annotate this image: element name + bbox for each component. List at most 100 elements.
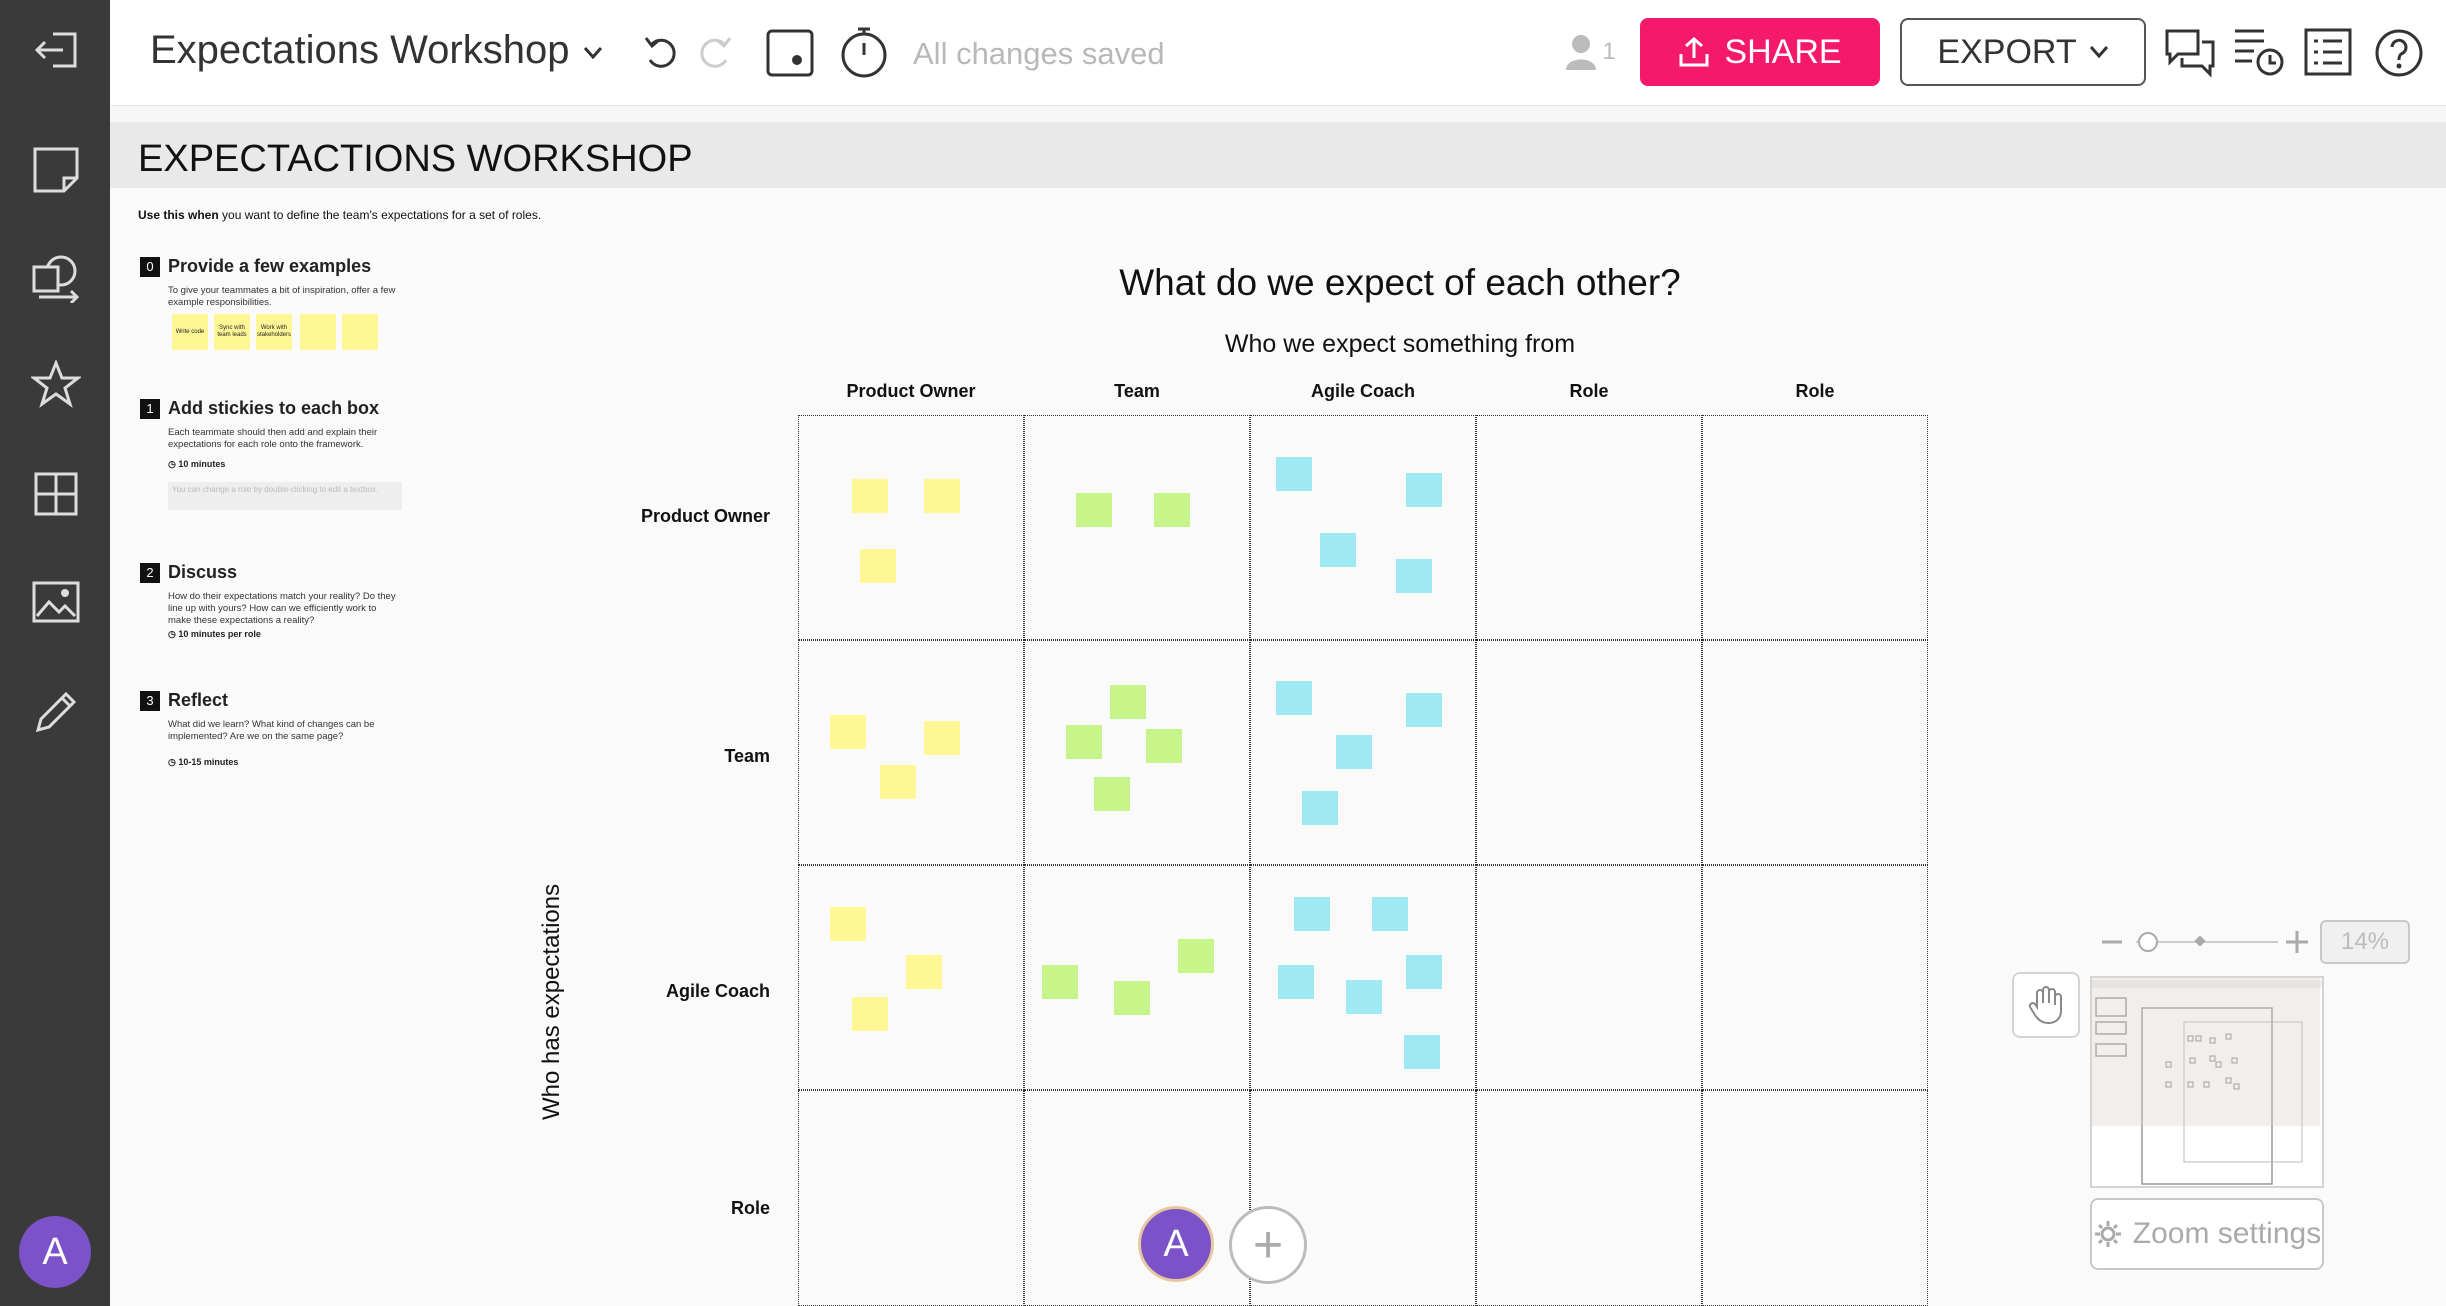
matrix-cell[interactable]	[1476, 865, 1702, 1090]
matrix-cell[interactable]	[1702, 865, 1928, 1090]
sticky-note[interactable]	[1404, 1035, 1440, 1069]
sticky-note[interactable]	[880, 765, 916, 799]
sticky-note[interactable]	[830, 907, 866, 941]
sticky-note[interactable]	[1406, 955, 1442, 989]
step-time: ◷ 10 minutes	[168, 459, 226, 469]
sticky-note[interactable]	[1406, 473, 1442, 507]
sticky-note[interactable]	[1178, 939, 1214, 973]
sticky-note[interactable]	[1372, 897, 1408, 931]
matrix-cell[interactable]	[1702, 640, 1928, 865]
sticky-note[interactable]	[852, 479, 888, 513]
exit-icon[interactable]	[28, 22, 84, 78]
board-name[interactable]: Expectations Workshop	[150, 28, 569, 73]
sticky-note[interactable]	[1154, 493, 1190, 527]
row-header[interactable]: Team	[560, 746, 770, 767]
comments-icon[interactable]	[2162, 26, 2218, 80]
example-sticky[interactable]	[342, 314, 378, 350]
shapes-icon[interactable]	[28, 250, 84, 306]
sticky-note[interactable]	[1278, 965, 1314, 999]
sticky-note[interactable]	[1146, 729, 1182, 763]
matrix-cell[interactable]	[798, 415, 1024, 640]
matrix-cell[interactable]	[1702, 415, 1928, 640]
zoom-percentage[interactable]: 14%	[2320, 920, 2410, 964]
share-button[interactable]: SHARE	[1640, 18, 1880, 86]
sticky-note[interactable]	[1076, 493, 1112, 527]
activity-icon[interactable]	[2230, 24, 2286, 80]
frame-icon[interactable]	[765, 28, 815, 78]
collaborator-avatar[interactable]: A	[1138, 1206, 1214, 1282]
sticky-note[interactable]	[1320, 533, 1356, 567]
sticky-note[interactable]	[1114, 981, 1150, 1015]
zoom-settings-button[interactable]: Zoom settings	[2090, 1198, 2324, 1270]
sticky-note[interactable]	[1406, 693, 1442, 727]
matrix-cell[interactable]	[1702, 1090, 1928, 1306]
templates-icon[interactable]	[28, 466, 84, 522]
example-sticky[interactable]	[300, 314, 336, 350]
matrix-cell[interactable]	[1476, 1090, 1702, 1306]
image-icon[interactable]	[28, 574, 84, 630]
hand-icon[interactable]	[2012, 972, 2080, 1038]
sticky-note[interactable]	[1336, 735, 1372, 769]
example-sticky[interactable]: Write code	[172, 314, 208, 350]
minimap[interactable]	[2090, 976, 2324, 1188]
sticky-note[interactable]	[1302, 791, 1338, 825]
matrix-cell[interactable]	[1024, 1090, 1250, 1306]
sticky-note-icon[interactable]	[28, 142, 84, 198]
row-header[interactable]: Product Owner	[560, 506, 770, 527]
save-status: All changes saved	[913, 36, 1165, 71]
collaborators-indicator[interactable]: 1	[1562, 30, 1618, 74]
timer-icon[interactable]	[836, 24, 892, 80]
help-icon[interactable]	[2372, 26, 2426, 80]
example-sticky[interactable]: Sync with team leads	[214, 314, 250, 350]
sticky-note[interactable]	[1396, 559, 1432, 593]
avatar[interactable]: A	[19, 1216, 91, 1288]
step-time: ◷ 10-15 minutes	[168, 757, 239, 767]
matrix-cell[interactable]	[798, 1090, 1024, 1306]
sticky-note[interactable]	[1346, 980, 1382, 1014]
sticky-note[interactable]	[1276, 681, 1312, 715]
matrix-cell[interactable]	[1024, 415, 1250, 640]
zoom-slider[interactable]	[2100, 930, 2310, 954]
column-header[interactable]: Role	[1476, 381, 1702, 402]
column-header[interactable]: Team	[1024, 381, 1250, 402]
outline-icon[interactable]	[2302, 26, 2354, 78]
matrix-cell[interactable]	[1024, 640, 1250, 865]
undo-icon[interactable]	[640, 32, 680, 72]
row-header[interactable]: Role	[560, 1198, 770, 1219]
matrix-cell[interactable]	[798, 640, 1024, 865]
hint-textbox[interactable]: You can change a role by double-clicking…	[168, 482, 402, 510]
example-sticky[interactable]: Work with stakeholders	[256, 314, 292, 350]
sticky-note[interactable]	[924, 721, 960, 755]
sticky-note[interactable]	[924, 479, 960, 513]
export-button[interactable]: EXPORT	[1900, 18, 2146, 86]
redo-icon[interactable]	[696, 32, 736, 72]
board-name-text: Expectations Workshop	[150, 28, 570, 72]
column-header[interactable]: Agile Coach	[1250, 381, 1476, 402]
pen-icon[interactable]	[28, 684, 84, 740]
step-1: 1 Add stickies to each box Each teammate …	[140, 398, 400, 470]
step-time-text: 10-15 minutes	[178, 757, 239, 767]
add-collaborator-button[interactable]: +	[1229, 1206, 1307, 1284]
sticky-note[interactable]	[830, 715, 866, 749]
sticky-note[interactable]	[1066, 725, 1102, 759]
matrix-cell[interactable]	[1476, 640, 1702, 865]
sticky-note[interactable]	[1294, 897, 1330, 931]
sticky-note[interactable]	[906, 955, 942, 989]
sticky-note[interactable]	[1110, 685, 1146, 719]
sticky-note[interactable]	[852, 997, 888, 1031]
chevron-down-icon[interactable]	[578, 38, 608, 68]
column-header[interactable]: Product Owner	[798, 381, 1024, 402]
sticky-note[interactable]	[1042, 965, 1078, 999]
column-header[interactable]: Role	[1702, 381, 1928, 402]
intro-rest: you want to define the team's expectatio…	[218, 208, 542, 222]
step-time-text: 10 minutes per role	[178, 629, 261, 639]
sticky-note[interactable]	[1094, 777, 1130, 811]
matrix-cell[interactable]	[1476, 415, 1702, 640]
row-header[interactable]: Agile Coach	[560, 981, 770, 1002]
sticky-note[interactable]	[860, 549, 896, 583]
star-icon[interactable]	[28, 356, 84, 412]
sticky-note[interactable]	[1276, 457, 1312, 491]
zoom-in-icon[interactable]	[2286, 931, 2308, 953]
matrix-cell[interactable]	[1250, 415, 1476, 640]
step-heading: Discuss	[168, 562, 238, 582]
